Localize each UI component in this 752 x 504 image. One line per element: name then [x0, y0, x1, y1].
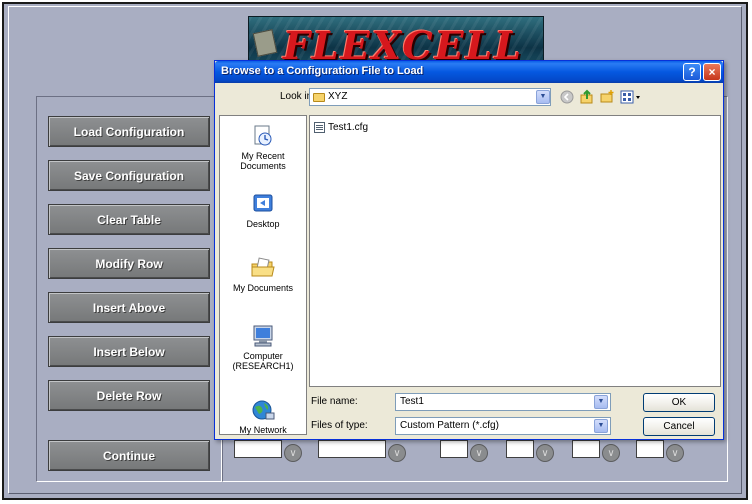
- place-label: Desktop: [246, 219, 280, 229]
- place-desktop[interactable]: Desktop: [220, 192, 306, 229]
- place-label: Computer: [243, 351, 283, 361]
- close-icon[interactable]: ×: [703, 63, 721, 81]
- chevron-down-icon[interactable]: ▼: [536, 90, 550, 104]
- cancel-button[interactable]: Cancel: [643, 417, 715, 436]
- file-type-value: Custom Pattern (*.cfg): [400, 420, 499, 431]
- spin-down-icon[interactable]: ∨: [388, 444, 406, 462]
- file-name-value: Test1: [400, 396, 424, 407]
- spin-input[interactable]: [572, 440, 600, 458]
- look-in-value: XYZ: [328, 91, 348, 102]
- back-icon[interactable]: [559, 89, 575, 105]
- place-label: My Recent: [241, 151, 285, 161]
- place-label: (RESEARCH1): [232, 361, 294, 371]
- spin-down-icon[interactable]: ∨: [602, 444, 620, 462]
- spin-down-icon[interactable]: ∨: [470, 444, 488, 462]
- delete-row-button[interactable]: Delete Row: [48, 380, 210, 411]
- cfg-file-icon: [314, 122, 325, 133]
- up-folder-icon[interactable]: [579, 89, 595, 105]
- place-label: My Documents: [232, 283, 294, 293]
- place-my-documents[interactable]: My Documents: [220, 256, 306, 293]
- place-recent-documents[interactable]: My Recent Documents: [220, 124, 306, 171]
- file-item[interactable]: Test1.cfg: [314, 122, 368, 133]
- spin-down-icon[interactable]: ∨: [536, 444, 554, 462]
- chevron-down-icon[interactable]: ▼: [594, 419, 608, 433]
- help-icon[interactable]: ?: [683, 63, 701, 81]
- look-in-label: Look in:: [279, 91, 315, 102]
- save-configuration-button[interactable]: Save Configuration: [48, 160, 210, 191]
- insert-above-button[interactable]: Insert Above: [48, 292, 210, 323]
- open-file-dialog: Browse to a Configuration File to Load ?…: [214, 60, 724, 440]
- places-bar: My Recent Documents Desktop My Documents…: [219, 115, 307, 435]
- folder-icon: [313, 93, 325, 102]
- clear-table-button[interactable]: Clear Table: [48, 204, 210, 235]
- new-folder-icon[interactable]: [599, 89, 615, 105]
- load-configuration-button[interactable]: Load Configuration: [48, 116, 210, 147]
- look-in-select[interactable]: XYZ ▼: [309, 88, 551, 106]
- dialog-title: Browse to a Configuration File to Load: [221, 65, 424, 77]
- place-label: My Network: [239, 425, 287, 435]
- spin-input[interactable]: [440, 440, 468, 458]
- insert-below-button[interactable]: Insert Below: [48, 336, 210, 367]
- my-documents-icon: [250, 256, 276, 280]
- desktop-icon: [250, 192, 276, 216]
- spin-input[interactable]: [234, 440, 282, 458]
- place-label: Documents: [240, 161, 286, 171]
- ok-button[interactable]: OK: [643, 393, 715, 412]
- network-icon: [250, 398, 276, 422]
- spin-down-icon[interactable]: ∨: [666, 444, 684, 462]
- file-type-select[interactable]: Custom Pattern (*.cfg) ▼: [395, 417, 611, 435]
- button-panel: [36, 96, 222, 482]
- spin-input[interactable]: [636, 440, 664, 458]
- file-name-label: File name:: [311, 396, 358, 407]
- view-menu-icon[interactable]: [619, 89, 643, 105]
- file-name-field[interactable]: Test1 ▼: [395, 393, 611, 411]
- chevron-down-icon[interactable]: ▼: [594, 395, 608, 409]
- computer-icon: [250, 324, 276, 348]
- place-my-network[interactable]: My Network: [220, 398, 306, 435]
- continue-button[interactable]: Continue: [48, 440, 210, 471]
- place-computer[interactable]: Computer (RESEARCH1): [220, 324, 306, 371]
- file-name: Test1.cfg: [328, 122, 369, 133]
- file-type-label: Files of type:: [311, 420, 368, 431]
- spin-down-icon[interactable]: ∨: [284, 444, 302, 462]
- chip-icon: [252, 29, 278, 57]
- spin-input[interactable]: [506, 440, 534, 458]
- recent-documents-icon: [250, 124, 276, 148]
- modify-row-button[interactable]: Modify Row: [48, 248, 210, 279]
- spin-input[interactable]: [318, 440, 386, 458]
- file-list[interactable]: Test1.cfg: [309, 115, 721, 387]
- dialog-titlebar[interactable]: Browse to a Configuration File to Load ?…: [215, 61, 723, 83]
